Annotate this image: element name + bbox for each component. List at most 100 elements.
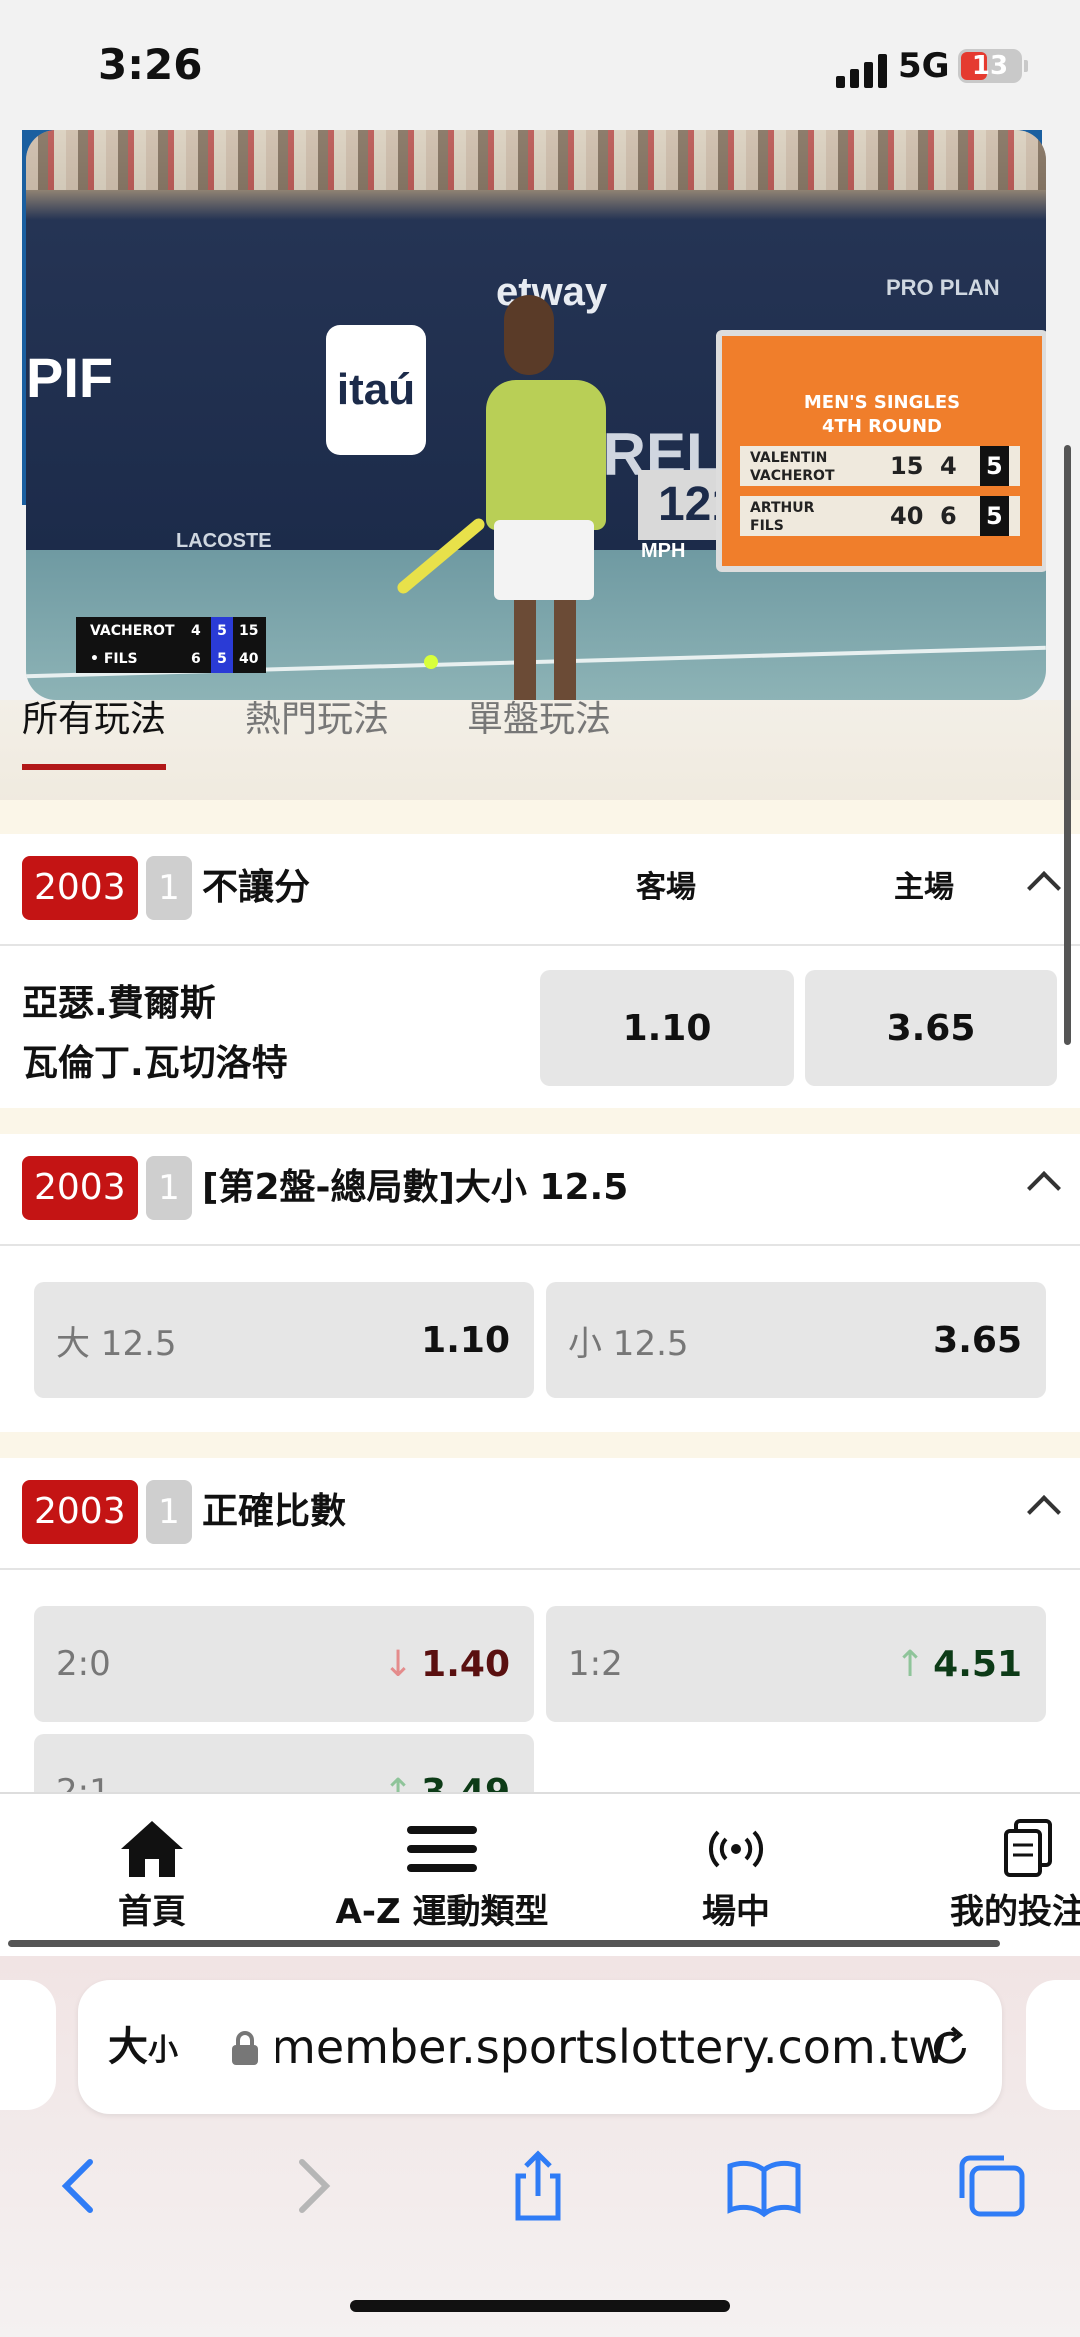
home-indicator[interactable]	[350, 2300, 730, 2312]
bug-set: 4	[191, 623, 201, 639]
player-head	[504, 295, 554, 375]
odds-value: 3.65	[886, 1007, 976, 1049]
scoreboard-points: 15	[890, 452, 924, 480]
separator	[0, 1432, 1080, 1458]
odds-value: 1.10	[421, 1319, 510, 1361]
market-number-badge: 1	[146, 1156, 192, 1220]
event-code-badge: 2003	[22, 1480, 138, 1544]
clock: 3:26	[98, 40, 203, 89]
scoreboard-player: ARTHUR FILS	[750, 500, 815, 534]
tv-score-bug: VACHEROT 4 5 15 • FILS 6 5 40	[76, 617, 266, 673]
correct-score-header[interactable]: 2003 1 正確比數	[0, 1458, 1080, 1570]
scoreboard-player: VALENTIN VACHEROT	[750, 450, 835, 484]
separator	[0, 800, 1080, 834]
scoreboard-set: 5	[980, 496, 1009, 536]
sponsor-itau: itaú	[326, 325, 426, 455]
bookmarks-icon[interactable]	[724, 2146, 804, 2226]
total-games-header[interactable]: 2003 1 [第2盤-總局數]大小 12.5	[0, 1134, 1080, 1246]
tennis-ball	[424, 655, 438, 669]
moneyline-header[interactable]: 2003 1 不讓分 客場 主場	[0, 834, 1080, 946]
forward-icon[interactable]	[272, 2146, 352, 2226]
market-title: [第2盤-總局數]大小 12.5	[202, 1167, 629, 1208]
share-icon[interactable]	[498, 2146, 578, 2226]
collapse-chevron-icon[interactable]	[1027, 1171, 1061, 1205]
odds-value: 1.40	[421, 1643, 510, 1685]
stadium-scoreboard: MEN'S SINGLES 4TH ROUND VALENTIN VACHERO…	[716, 330, 1046, 572]
player-leg	[554, 600, 576, 700]
tabs-icon[interactable]	[952, 2146, 1032, 2226]
selection-label: 2:0	[56, 1644, 111, 1684]
separator	[0, 1108, 1080, 1134]
odds-button-over[interactable]: 大 12.5 1.10	[34, 1282, 534, 1398]
tab-popular-bets[interactable]: 熱門玩法	[245, 700, 389, 764]
speed-unit: MPH	[641, 540, 686, 562]
nav-label: 首頁	[118, 1892, 186, 1932]
team-name: 瓦倫丁.瓦切洛特	[22, 1043, 288, 1084]
column-away: 客場	[636, 870, 696, 905]
player-leg	[514, 600, 536, 700]
menu-icon	[322, 1814, 562, 1884]
odds-button-score[interactable]: 2:1 ↑ 3.49	[34, 1734, 534, 1792]
column-home: 主場	[894, 870, 954, 905]
network-type: 5G	[898, 46, 950, 86]
documents-icon	[950, 1814, 1080, 1884]
moneyline-body: 亞瑟.費爾斯 瓦倫丁.瓦切洛特 1.10 3.65	[0, 946, 1080, 1108]
vertical-scrollbar[interactable]	[1064, 445, 1071, 1045]
nav-label: 我的投注	[950, 1892, 1080, 1932]
selection-label: 1:2	[568, 1644, 623, 1684]
odds-button-under[interactable]: 小 12.5 3.65	[546, 1282, 1046, 1398]
odds-button-home[interactable]: 3.65	[805, 970, 1057, 1086]
sponsor-proplan: PRO PLAN	[886, 275, 1000, 300]
bug-points: 40	[239, 651, 259, 667]
previous-tab-peek[interactable]	[0, 1980, 56, 2110]
back-icon[interactable]	[40, 2146, 120, 2226]
nav-live[interactable]: 場中	[686, 1814, 786, 1933]
horizontal-scrollbar[interactable]	[8, 1940, 1000, 1947]
reload-icon[interactable]	[926, 2024, 974, 2072]
collapse-chevron-icon[interactable]	[1027, 871, 1061, 905]
sponsor-pif: PIF	[26, 346, 114, 409]
scoreboard-row: VALENTIN VACHEROT 15 4 5	[740, 446, 1020, 486]
scoreboard-round: 4TH ROUND	[822, 416, 942, 437]
market-number-badge: 1	[146, 856, 192, 920]
live-broadcast-icon	[686, 1814, 786, 1884]
nav-my-bets[interactable]: 我的投注	[950, 1814, 1080, 1933]
odds-value-wrap: ↑ 3.49	[383, 1734, 510, 1793]
odds-value: 4.51	[933, 1643, 1022, 1685]
text-size-button[interactable]: 大小	[108, 1980, 178, 2114]
tab-single-set-bets[interactable]: 單盤玩法	[467, 700, 611, 764]
selection-label: 小 12.5	[568, 1323, 689, 1364]
tennis-racket	[395, 516, 487, 596]
nav-sports-az[interactable]: A-Z 運動類型	[322, 1814, 562, 1933]
selection-label: 2:1	[56, 1772, 111, 1792]
crowd	[26, 130, 1046, 190]
scoreboard-set: 5	[980, 446, 1009, 486]
bug-points: 15	[239, 623, 259, 639]
market-number-badge: 1	[146, 1480, 192, 1544]
address-bar[interactable]: 大小 member.sportslottery.com.tw	[78, 1980, 1002, 2114]
scoreboard-row: ARTHUR FILS 40 6 5	[740, 496, 1020, 536]
bug-set: 5	[211, 617, 233, 645]
url-text[interactable]: member.sportslottery.com.tw	[276, 1980, 946, 2114]
score-bug-row: • FILS 6 5 40	[76, 645, 266, 673]
bug-player: • FILS	[90, 651, 138, 667]
tab-all-bets[interactable]: 所有玩法	[22, 700, 167, 770]
nav-home[interactable]: 首頁	[102, 1814, 202, 1933]
score-bug-row: VACHEROT 4 5 15	[76, 617, 266, 645]
player-shirt	[486, 380, 606, 530]
browser-toolbar: 大小 member.sportslottery.com.tw	[0, 1956, 1080, 2337]
odds-button-away[interactable]: 1.10	[540, 970, 794, 1086]
correct-score-body: 2:0 ↓ 1.40 1:2 ↑ 4.51 2:1 ↑ 3.49	[0, 1570, 1080, 1792]
next-tab-peek[interactable]	[1026, 1980, 1080, 2110]
nav-label: A-Z 運動類型	[335, 1892, 549, 1932]
team-name: 亞瑟.費爾斯	[22, 983, 216, 1024]
odds-button-score[interactable]: 2:0 ↓ 1.40	[34, 1606, 534, 1722]
market-title: 正確比數	[202, 1491, 347, 1532]
odds-button-score[interactable]: 1:2 ↑ 4.51	[546, 1606, 1046, 1722]
arrow-up-icon: ↑	[895, 1643, 926, 1685]
live-video-player[interactable]: PIF itaú etway PRO PLAN IRELLI 121 MPH L…	[26, 130, 1046, 700]
nav-label: 場中	[702, 1892, 770, 1932]
total-games-body: 大 12.5 1.10 小 12.5 3.65	[0, 1246, 1080, 1432]
collapse-chevron-icon[interactable]	[1027, 1495, 1061, 1529]
battery-icon: 13	[958, 49, 1028, 83]
